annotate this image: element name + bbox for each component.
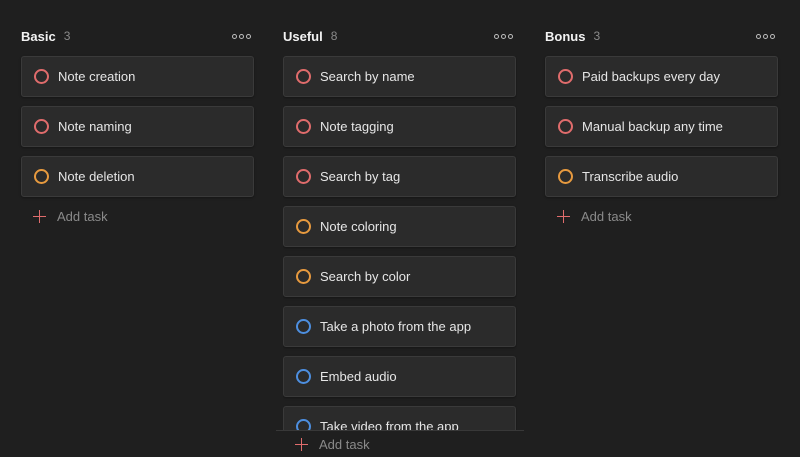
priority-circle-icon[interactable]	[296, 169, 311, 184]
column-useful: Useful 8 Search by name Note tagging Sea…	[276, 0, 524, 457]
more-options-icon[interactable]	[756, 27, 775, 45]
add-task-button[interactable]: Add task	[21, 206, 255, 226]
column-header: Useful 8	[283, 27, 517, 45]
task-title: Transcribe audio	[582, 169, 679, 184]
priority-circle-icon[interactable]	[34, 119, 49, 134]
task-title: Note deletion	[58, 169, 135, 184]
priority-circle-icon[interactable]	[558, 119, 573, 134]
kanban-board: Basic 3 Note creation Note naming Note d…	[0, 0, 800, 457]
column-footer: Add task	[276, 430, 524, 457]
task-card[interactable]: Note deletion	[21, 156, 254, 197]
task-card[interactable]: Take video from the app	[283, 406, 516, 430]
task-title: Search by name	[320, 69, 415, 84]
task-card[interactable]: Note creation	[21, 56, 254, 97]
task-card[interactable]: Note tagging	[283, 106, 516, 147]
task-title: Search by tag	[320, 169, 401, 184]
task-list: Paid backups every day Manual backup any…	[545, 56, 779, 226]
priority-circle-icon[interactable]	[296, 319, 311, 334]
task-card[interactable]: Search by tag	[283, 156, 516, 197]
column-title: Basic	[21, 28, 56, 44]
priority-circle-icon[interactable]	[296, 119, 311, 134]
more-options-icon[interactable]	[232, 27, 251, 45]
priority-circle-icon[interactable]	[558, 169, 573, 184]
column-header: Basic 3	[21, 27, 255, 45]
priority-circle-icon[interactable]	[34, 69, 49, 84]
add-task-label: Add task	[57, 208, 108, 224]
plus-icon	[557, 209, 570, 223]
priority-circle-icon[interactable]	[34, 169, 49, 184]
task-card[interactable]: Embed audio	[283, 356, 516, 397]
column-title: Useful	[283, 28, 323, 44]
task-title: Note naming	[58, 119, 132, 134]
task-card[interactable]: Transcribe audio	[545, 156, 778, 197]
task-title: Manual backup any time	[582, 119, 723, 134]
add-task-button[interactable]: Add task	[545, 206, 779, 226]
priority-circle-icon[interactable]	[558, 69, 573, 84]
column-header: Bonus 3	[545, 27, 779, 45]
task-title: Search by color	[320, 269, 411, 284]
plus-icon	[33, 209, 46, 223]
add-task-label: Add task	[581, 208, 632, 224]
column-title: Bonus	[545, 28, 586, 44]
task-title: Note tagging	[320, 119, 394, 134]
task-title: Note coloring	[320, 219, 397, 234]
task-count: 3	[593, 29, 601, 43]
task-title: Note creation	[58, 69, 136, 84]
plus-icon	[295, 437, 308, 451]
task-title: Take video from the app	[320, 419, 459, 430]
task-card[interactable]: Search by name	[283, 56, 516, 97]
task-card[interactable]: Take a photo from the app	[283, 306, 516, 347]
add-task-button[interactable]: Add task	[288, 434, 370, 454]
priority-circle-icon[interactable]	[296, 219, 311, 234]
column-basic: Basic 3 Note creation Note naming Note d…	[21, 0, 255, 457]
task-title: Paid backups every day	[582, 69, 721, 84]
task-count: 3	[63, 29, 71, 43]
priority-circle-icon[interactable]	[296, 269, 311, 284]
task-card[interactable]: Manual backup any time	[545, 106, 778, 147]
task-count: 8	[330, 29, 338, 43]
task-title: Take a photo from the app	[320, 319, 472, 334]
task-card[interactable]: Paid backups every day	[545, 56, 778, 97]
task-card[interactable]: Search by color	[283, 256, 516, 297]
task-list[interactable]: Search by name Note tagging Search by ta…	[283, 56, 517, 430]
add-task-label: Add task	[319, 436, 370, 452]
task-card[interactable]: Note naming	[21, 106, 254, 147]
more-options-icon[interactable]	[494, 27, 513, 45]
column-bonus: Bonus 3 Paid backups every day Manual ba…	[545, 0, 779, 457]
priority-circle-icon[interactable]	[296, 69, 311, 84]
task-title: Embed audio	[320, 369, 397, 384]
task-card[interactable]: Note coloring	[283, 206, 516, 247]
task-list: Note creation Note naming Note deletion …	[21, 56, 255, 226]
priority-circle-icon[interactable]	[296, 419, 311, 430]
priority-circle-icon[interactable]	[296, 369, 311, 384]
